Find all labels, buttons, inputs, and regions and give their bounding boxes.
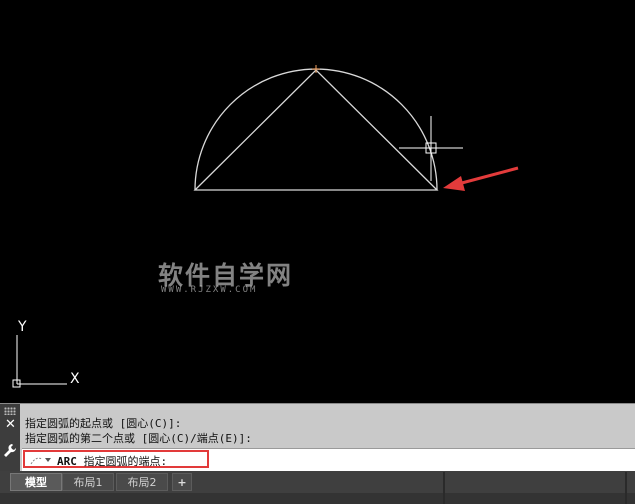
- tab-layout2[interactable]: 布局2: [116, 473, 168, 491]
- wrench-icon[interactable]: [3, 443, 17, 463]
- command-history-line-1: 指定圆弧的起点或 [圆心(C)]:: [25, 417, 182, 430]
- command-window-grip[interactable]: ✕: [0, 404, 20, 472]
- close-icon[interactable]: ✕: [5, 417, 16, 432]
- recent-commands-icon[interactable]: [30, 452, 51, 466]
- command-name: ARC: [57, 455, 77, 468]
- triangle-geometry[interactable]: [193, 69, 439, 191]
- grip-dots-icon[interactable]: [4, 407, 16, 415]
- drawing-svg[interactable]: Y X: [0, 0, 635, 402]
- annotation-arrow-icon: [443, 166, 519, 191]
- ucs-x-label: X: [70, 371, 80, 387]
- command-prompt-text: 指定圆弧的端点:: [76, 455, 168, 468]
- ucs-y-label: Y: [17, 319, 27, 335]
- tab-model[interactable]: 模型: [10, 473, 62, 491]
- add-layout-button[interactable]: +: [172, 473, 192, 491]
- arc-geometry[interactable]: [194, 68, 438, 191]
- crosshair-cursor: [399, 116, 463, 181]
- drawing-canvas[interactable]: Y X 软件自学网 WWW.RJZXW.COM: [0, 0, 635, 402]
- command-prompt: ARC 指定圆弧的端点:: [57, 453, 167, 469]
- ucs-icon: [12, 335, 67, 388]
- tab-layout1[interactable]: 布局1: [62, 473, 114, 491]
- tabs-divider-right: [625, 472, 627, 504]
- tabs-bar-base: [0, 493, 635, 504]
- tabs-divider: [443, 472, 445, 504]
- layout-tabs-bar: 模型 布局1 布局2 +: [0, 471, 635, 504]
- command-window: ✕ 指定圆弧的起点或 [圆心(C)]: 指定圆弧的第二个点或 [圆心(C)/端点…: [0, 403, 635, 472]
- command-history-line-2: 指定圆弧的第二个点或 [圆心(C)/端点(E)]:: [25, 432, 252, 445]
- watermark-url: WWW.RJZXW.COM: [161, 285, 258, 295]
- command-input[interactable]: ARC 指定圆弧的端点:: [22, 448, 635, 471]
- apex-grip-marker: [312, 65, 320, 73]
